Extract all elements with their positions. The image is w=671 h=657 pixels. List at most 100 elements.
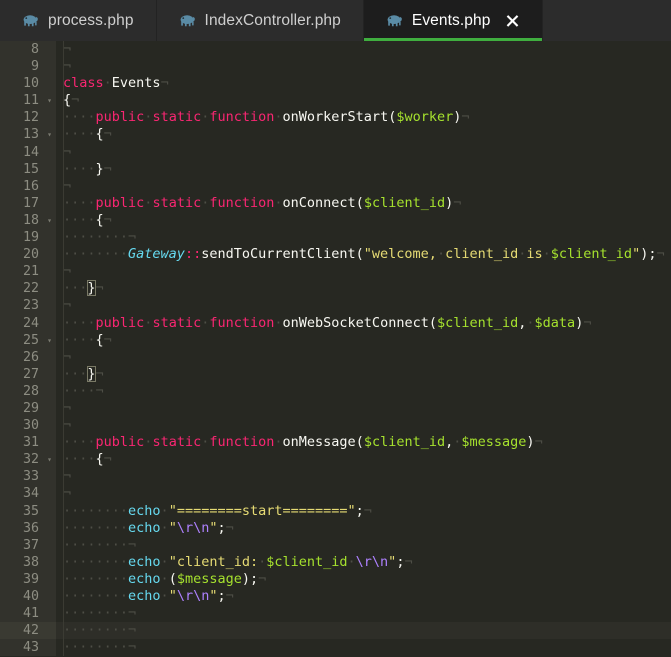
code-line[interactable]: 30 ¬ xyxy=(0,417,671,435)
code-token: $client_id xyxy=(266,553,348,570)
code-line-content[interactable]: ¬ xyxy=(56,485,671,503)
code-token: ········ xyxy=(63,536,129,553)
code-line[interactable]: 27 ···}¬ xyxy=(0,365,671,383)
code-line-content[interactable]: {¬ xyxy=(56,92,671,110)
code-line[interactable]: 17 ····public·static·function·onConnect($… xyxy=(0,194,671,212)
code-line-content[interactable]: ¬ xyxy=(56,399,671,418)
code-line[interactable]: 21 ¬ xyxy=(0,263,671,281)
code-token: ··· xyxy=(63,280,88,297)
code-line-content[interactable]: ········Gateway::sendToCurrentClient("we… xyxy=(56,246,671,264)
code-token: ········ xyxy=(63,246,129,263)
code-fold-arrow-icon[interactable]: ▾ xyxy=(47,451,52,468)
code-line-content[interactable]: ····¬ xyxy=(56,382,671,400)
code-token: client_id xyxy=(445,246,519,263)
code-line[interactable]: 15 ····}¬ xyxy=(0,160,671,178)
code-line-content[interactable]: class·Events¬ xyxy=(56,75,671,93)
code-line[interactable]: 31 ····public·static·function·onMessage($… xyxy=(0,434,671,452)
code-line-content[interactable]: ····{¬ xyxy=(56,451,671,469)
code-fold-arrow-icon[interactable]: ▾ xyxy=(47,212,52,229)
code-token: { xyxy=(95,126,104,143)
code-line[interactable]: 22 ···}¬ xyxy=(0,280,671,298)
code-line-content[interactable]: ¬ xyxy=(56,143,671,161)
code-token: ········ xyxy=(63,588,129,604)
code-line[interactable]: 20 ········Gateway::sendToCurrentClient("… xyxy=(0,246,671,264)
code-line[interactable]: 25 ▾ ····{¬ xyxy=(0,331,671,349)
line-number: 27 xyxy=(0,365,56,383)
code-line-content[interactable]: ····{¬ xyxy=(56,126,671,144)
code-line-content[interactable]: ¬ xyxy=(56,417,671,435)
code-line-content[interactable]: ········echo·($message);¬ xyxy=(56,570,671,588)
code-line[interactable]: 43 ········¬ xyxy=(0,639,671,657)
code-line-content[interactable]: ¬ xyxy=(56,41,671,59)
code-line[interactable]: 11 ▾ {¬ xyxy=(0,92,671,110)
editor-tab-process-php[interactable]: process.php xyxy=(0,0,157,41)
code-line-content[interactable]: ····public·static·function·onMessage($cl… xyxy=(56,434,671,452)
code-line-content[interactable]: ¬ xyxy=(56,177,671,195)
code-line-content[interactable]: ········echo·"client_id:·$client_id·\r\n… xyxy=(56,553,671,571)
code-line[interactable]: 13 ▾ ····{¬ xyxy=(0,126,671,144)
code-line-content[interactable]: ···}¬ xyxy=(56,280,671,298)
code-line[interactable]: 14 ¬ xyxy=(0,143,671,161)
tab-label: IndexController.php xyxy=(204,11,341,29)
code-line[interactable]: 8 ¬ xyxy=(0,41,671,59)
code-line[interactable]: 32 ▾ ····{¬ xyxy=(0,451,671,469)
code-token: ( xyxy=(355,434,364,451)
code-fold-arrow-icon[interactable]: ▾ xyxy=(47,92,52,109)
code-line-content[interactable]: ········¬ xyxy=(56,229,671,247)
code-line[interactable]: 26 ¬ xyxy=(0,348,671,366)
code-line-content[interactable]: ········¬ xyxy=(56,536,671,554)
code-line[interactable]: 16 ¬ xyxy=(0,177,671,195)
code-line-content[interactable]: ¬ xyxy=(56,348,671,366)
code-line-content[interactable]: ····public·static·function·onWorkerStart… xyxy=(56,109,671,127)
code-line-content[interactable]: ····public·static·function·onConnect($cl… xyxy=(56,194,671,212)
code-token: ¬ xyxy=(63,485,72,502)
code-line[interactable]: 12 ····public·static·function·onWorkerSta… xyxy=(0,109,671,127)
code-line[interactable]: 33 ¬ xyxy=(0,468,671,486)
code-token: \r\n xyxy=(176,519,210,536)
code-line-content[interactable]: ····}¬ xyxy=(56,160,671,178)
code-line[interactable]: 40 ········echo·"\r\n";¬ xyxy=(0,588,671,606)
code-line[interactable]: 39 ········echo·($message);¬ xyxy=(0,570,671,588)
code-line-content[interactable]: ····{¬ xyxy=(56,211,671,230)
code-token: ··· xyxy=(63,365,88,382)
code-line-content[interactable]: ········¬ xyxy=(56,622,671,640)
code-line-content[interactable]: ¬ xyxy=(56,263,671,281)
code-line[interactable]: 35 ········echo·"========start========";¬ xyxy=(0,502,671,520)
code-line[interactable]: 34 ¬ xyxy=(0,485,671,503)
code-line[interactable]: 19 ········¬ xyxy=(0,229,671,247)
code-line[interactable]: 36 ········echo·"\r\n";¬ xyxy=(0,519,671,537)
code-line[interactable]: 41 ········¬ xyxy=(0,605,671,623)
code-fold-arrow-icon[interactable]: ▾ xyxy=(47,332,52,349)
editor-tab-indexcontroller-php[interactable]: IndexController.php xyxy=(156,0,364,41)
code-line-content[interactable]: ····public·static·function·onWebSocketCo… xyxy=(56,314,671,332)
code-line-content[interactable]: ¬ xyxy=(56,297,671,315)
code-line-content[interactable]: ···}¬ xyxy=(56,365,671,383)
code-line[interactable]: 23 ¬ xyxy=(0,297,671,315)
code-token: public xyxy=(95,109,145,126)
close-icon[interactable] xyxy=(505,13,520,28)
code-line[interactable]: 24 ····public·static·function·onWebSocket… xyxy=(0,314,671,332)
code-token: ) xyxy=(526,434,535,451)
code-line[interactable]: 38 ········echo·"client_id:·$client_id·\r… xyxy=(0,553,671,571)
code-line[interactable]: 9 ¬ xyxy=(0,58,671,76)
editor-tab-events-php[interactable]: Events.php xyxy=(363,0,544,41)
code-token: static xyxy=(152,194,202,211)
code-line[interactable]: 28 ····¬ xyxy=(0,382,671,400)
code-line[interactable]: 10 class·Events¬ xyxy=(0,75,671,93)
code-line[interactable]: 18 ▾ ····{¬ xyxy=(0,211,671,230)
code-line-content[interactable]: ¬ xyxy=(56,58,671,76)
code-line-content[interactable]: ········echo·"========start========";¬ xyxy=(56,502,671,520)
code-line-content[interactable]: ········¬ xyxy=(56,639,671,657)
code-line-content[interactable]: ········echo·"\r\n";¬ xyxy=(56,519,671,537)
code-lines-container[interactable]: 8 ¬ 9 ¬ 10 class·Events¬ 11 ▾ {¬ 12 ····public·sta… xyxy=(0,41,671,657)
code-fold-arrow-icon[interactable]: ▾ xyxy=(47,126,52,143)
code-line[interactable]: 37 ········¬ xyxy=(0,536,671,554)
code-line-content[interactable]: ····{¬ xyxy=(56,331,671,349)
code-line-content[interactable]: ········¬ xyxy=(56,605,671,623)
code-line-content[interactable]: ········echo·"\r\n";¬ xyxy=(56,588,671,606)
code-line[interactable]: 42 ········¬ xyxy=(0,622,671,640)
code-editor[interactable]: 8 ¬ 9 ¬ 10 class·Events¬ 11 ▾ {¬ 12 ····public·sta… xyxy=(0,41,671,657)
code-line-content[interactable]: ¬ xyxy=(56,468,671,486)
code-token: ¬ xyxy=(583,314,592,331)
code-line[interactable]: 29 ¬ xyxy=(0,399,671,418)
